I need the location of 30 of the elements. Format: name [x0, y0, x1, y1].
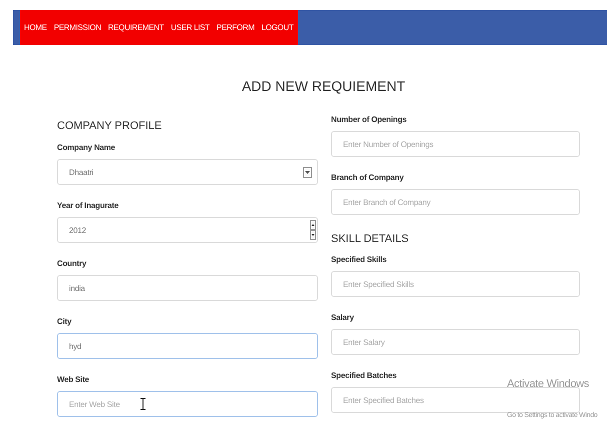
field-label: Salary: [331, 312, 355, 324]
input-field[interactable]: Enter Specified Skills: [331, 271, 580, 297]
input-field[interactable]: Enter Branch of Company: [331, 189, 580, 215]
field-label: Branch of Company: [331, 172, 405, 184]
input-field[interactable]: india: [57, 275, 318, 301]
nav-link[interactable]: LOGOUT: [261, 23, 294, 32]
section-heading: SKILL DETAILS: [331, 232, 410, 246]
nav-link[interactable]: HOME: [24, 23, 47, 32]
field-label: Company Name: [57, 142, 116, 154]
input-field[interactable]: hyd: [57, 333, 318, 359]
field-label: Web Site: [57, 374, 90, 386]
field-label: Country: [57, 258, 88, 270]
dropdown[interactable]: Dhaatri: [57, 159, 318, 185]
nav-link[interactable]: PERFORM: [216, 23, 254, 32]
field-label: Specified Batches: [331, 370, 398, 382]
input-field[interactable]: Enter Salary: [331, 329, 580, 355]
section-heading: COMPANY PROFILE: [57, 119, 163, 133]
input-field[interactable]: Enter Web Site: [57, 391, 318, 417]
page-title: ADD NEW REQUIEMENT: [240, 77, 406, 95]
input-field[interactable]: Enter Specified Batches: [331, 387, 580, 413]
input-field[interactable]: 2012: [57, 217, 318, 243]
nav-link[interactable]: USER LIST: [170, 23, 210, 32]
field-label: Year of Inagurate: [57, 200, 120, 212]
field-label: Number of Openings: [331, 114, 408, 126]
field-label: Specified Skills: [331, 254, 388, 266]
field-label: City: [57, 316, 72, 328]
input-field[interactable]: Enter Number of Openings: [331, 131, 580, 157]
spinner-arrows-icon[interactable]: [310, 220, 316, 240]
nav-link[interactable]: PERMISSION: [54, 23, 102, 32]
nav-link[interactable]: REQUIREMENT: [108, 23, 164, 32]
